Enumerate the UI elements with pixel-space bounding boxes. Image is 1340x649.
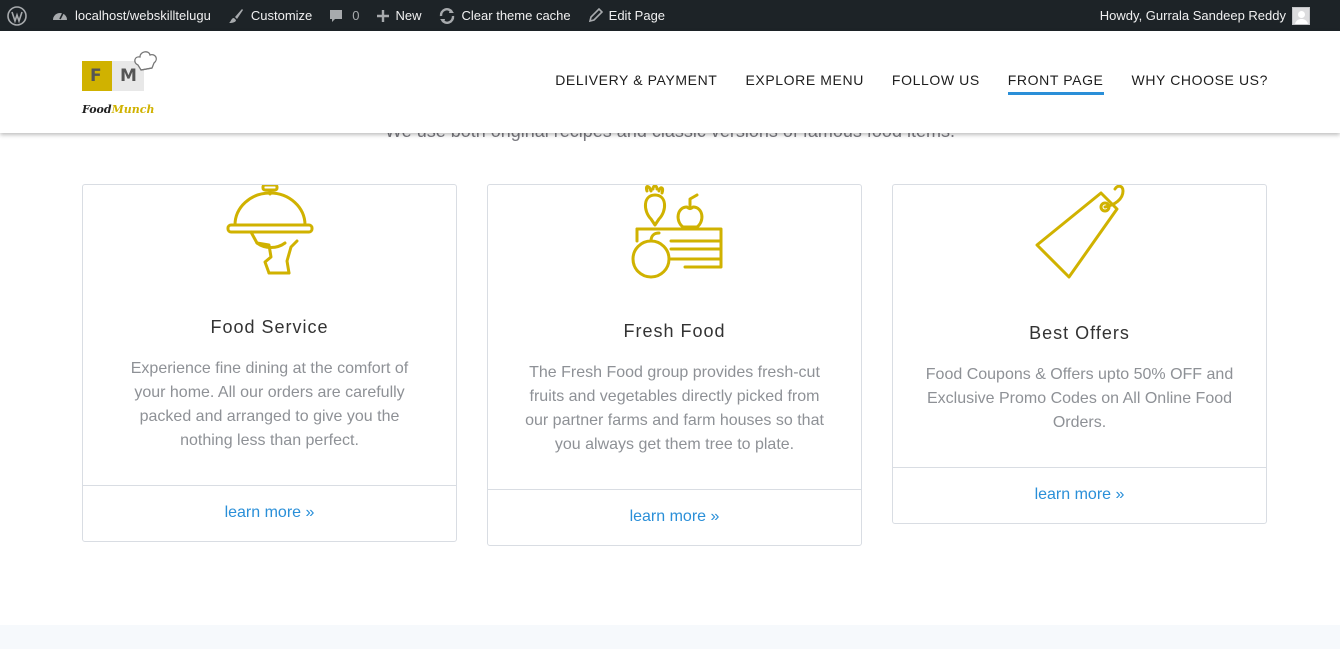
site-logo[interactable]: F M FoodMunch [82, 49, 162, 119]
wordpress-logo-button[interactable] [0, 0, 43, 31]
nav-item-follow-us[interactable]: FOLLOW US [892, 72, 980, 95]
howdy-label: Howdy, Gurrala Sandeep Reddy [1099, 8, 1286, 23]
learn-more-link[interactable]: learn more » [893, 486, 1266, 504]
edit-page-button[interactable]: Edit Page [579, 0, 673, 31]
site-header: F M FoodMunch DELIVERY & PAYMENT EXPLORE… [0, 31, 1340, 133]
new-content-button[interactable]: New [368, 0, 430, 31]
learn-more-link[interactable]: learn more » [83, 504, 456, 522]
card-description: Experience fine dining at the comfort of… [130, 360, 409, 449]
cloche-icon [226, 185, 313, 275]
wordpress-icon [7, 5, 27, 26]
clear-cache-label: Clear theme cache [461, 8, 571, 23]
comments-count: 0 [352, 8, 360, 23]
card-title: Fresh Food [623, 321, 726, 341]
customize-label: Customize [250, 8, 313, 23]
nav-item-why-choose-us[interactable]: WHY CHOOSE US? [1132, 72, 1269, 95]
avatar [1292, 6, 1310, 25]
logo-wordmark: FoodMunch [82, 103, 154, 116]
logo-letter-f: F [90, 66, 102, 86]
comment-bubble-icon [330, 9, 343, 22]
nav-item-explore-menu[interactable]: EXPLORE MENU [745, 72, 863, 95]
card-title: Food Service [210, 317, 329, 337]
feature-card-fresh-food: Fresh Food The Fresh Food group provides… [487, 184, 862, 546]
chef-hat-icon [134, 51, 157, 71]
card-footer-divider [488, 489, 861, 490]
learn-more-link[interactable]: learn more » [488, 508, 861, 526]
customize-button[interactable]: Customize [219, 0, 320, 31]
plus-icon [376, 9, 389, 22]
next-section-background [0, 625, 1340, 649]
site-name-label: localhost/webskilltelugu [75, 8, 211, 23]
account-menu-button[interactable]: Howdy, Gurrala Sandeep Reddy [1092, 0, 1310, 31]
refresh-icon [439, 7, 454, 24]
fruit-basket-icon [631, 185, 722, 279]
feature-card-best-offers: Best Offers Food Coupons & Offers upto 5… [892, 184, 1267, 524]
card-footer-divider [893, 467, 1266, 468]
brush-icon [228, 8, 243, 23]
new-label: New [395, 8, 422, 23]
comments-button[interactable]: 0 [320, 0, 367, 31]
card-description: Food Coupons & Offers upto 50% OFF and E… [925, 366, 1234, 431]
main-navigation: DELIVERY & PAYMENT EXPLORE MENU FOLLOW U… [555, 72, 1268, 95]
dashboard-icon [53, 12, 67, 20]
price-tag-icon [1035, 185, 1124, 279]
feature-card-food-service: Food Service Experience fine dining at t… [82, 184, 457, 542]
nav-item-delivery-payment[interactable]: DELIVERY & PAYMENT [555, 72, 717, 95]
logo-text-food: Food [82, 103, 112, 116]
card-description: The Fresh Food group provides fresh-cut … [525, 364, 824, 453]
card-title: Best Offers [1029, 323, 1130, 343]
clear-theme-cache-button[interactable]: Clear theme cache [430, 0, 579, 31]
edit-page-label: Edit Page [608, 8, 666, 23]
card-footer-divider [83, 485, 456, 486]
site-name-button[interactable]: localhost/webskilltelugu [43, 0, 219, 31]
nav-item-front-page[interactable]: FRONT PAGE [1007, 72, 1104, 95]
admin-bar: localhost/webskilltelugu Customize 0 New… [0, 0, 1340, 31]
logo-text-munch: Munch [111, 103, 155, 116]
pencil-icon [588, 7, 603, 22]
